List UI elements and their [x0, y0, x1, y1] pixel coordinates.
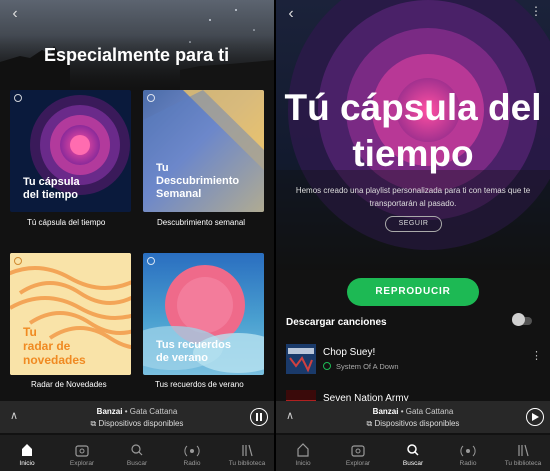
follow-button[interactable]: SEGUIR — [385, 216, 442, 232]
radio-browse-icon — [75, 445, 89, 457]
track-row[interactable]: Chop Suey! System Of A Down ⋮ — [286, 344, 544, 378]
download-toggle-knob[interactable] — [512, 313, 525, 326]
radio-icon — [460, 445, 476, 457]
back-button[interactable]: ‹ — [283, 6, 299, 22]
playlist-description: Hemos creado una playlist personalizada … — [295, 186, 531, 208]
home-icon — [22, 444, 32, 456]
track-title: Chop Suey! — [323, 347, 376, 358]
home-icon — [297, 443, 309, 457]
playlist-card-capsula[interactable]: Tu cápsula del tiempo — [10, 90, 131, 212]
library-icon — [242, 444, 253, 457]
now-playing-title: Banzai • Gata Cattana — [276, 407, 550, 416]
back-button[interactable]: ‹ — [7, 6, 23, 22]
nav-explorar[interactable]: Explorar — [331, 435, 385, 471]
radio-icon — [184, 445, 200, 457]
nav-radio[interactable]: Radio — [165, 435, 219, 471]
devices-label[interactable]: ⧉ Dispositivos disponibles — [276, 419, 550, 429]
song-title: Banzai — [96, 407, 123, 416]
track-artist: System Of A Down — [336, 362, 399, 371]
pause-button[interactable] — [250, 408, 268, 426]
card-title: Tu Descubrimiento Semanal — [156, 162, 240, 200]
nav-biblioteca[interactable]: Tu biblioteca — [496, 435, 550, 471]
nav-radio[interactable]: Radio — [441, 435, 495, 471]
title-separator: • — [398, 407, 406, 416]
mini-player[interactable]: ∧ Banzai • Gata Cattana ⧉ Dispositivos d… — [0, 401, 274, 433]
spotify-logo-icon — [147, 94, 155, 102]
spotify-logo-icon — [14, 257, 22, 265]
devices-icon: ⧉ — [90, 419, 97, 428]
section-title: Especialmente para ti — [44, 45, 230, 65]
spotify-logo-icon — [147, 257, 155, 265]
bottom-nav: Inicio Explorar Buscar Radio Tu bibliote… — [276, 435, 550, 471]
track-more-icon[interactable]: ⋮ — [531, 349, 542, 362]
artist-name: Gata Cattana — [405, 407, 454, 416]
play-button[interactable]: REPRODUCIR — [347, 278, 479, 306]
devices-label[interactable]: ⧉ Dispositivos disponibles — [0, 419, 274, 429]
play-toggle-button[interactable] — [526, 408, 544, 426]
bottom-nav: Inicio Explorar Buscar Radio Tu bibliote… — [0, 435, 274, 471]
pause-icon — [256, 413, 262, 421]
card-title: Tus recuerdos de verano — [156, 339, 231, 364]
playlist-card-recuerdos[interactable]: Tus recuerdos de verano — [143, 253, 264, 375]
downloaded-icon — [323, 362, 331, 370]
card-caption: Descubrimiento semanal — [157, 218, 246, 227]
spotify-logo-icon — [14, 94, 22, 102]
card-title: Tu radar de novedades — [23, 325, 86, 367]
song-title: Banzai — [372, 407, 399, 416]
nav-buscar[interactable]: Buscar — [386, 435, 440, 471]
artist-name: Gata Cattana — [129, 407, 178, 416]
radio-browse-icon — [351, 445, 365, 457]
nav-explorar[interactable]: Explorar — [55, 435, 109, 471]
home-screen: ‹ Especialmente para ti Tu cápsula del t… — [0, 0, 274, 471]
nav-biblioteca[interactable]: Tu biblioteca — [220, 435, 274, 471]
card-caption: Tus recuerdos de verano — [155, 380, 244, 389]
card-caption: Tú cápsula del tiempo — [27, 218, 106, 227]
card-caption: Radar de Novedades — [31, 380, 107, 389]
play-icon — [532, 413, 539, 421]
now-playing-title: Banzai • Gata Cattana — [0, 407, 274, 416]
playlist-card-descubrimiento[interactable]: Tu Descubrimiento Semanal — [143, 90, 264, 212]
download-label: Descargar canciones — [286, 317, 387, 328]
devices-icon: ⧉ — [366, 419, 373, 428]
library-icon — [518, 444, 529, 457]
more-options-icon[interactable]: ⋮ — [530, 4, 542, 18]
playlist-screen: ‹ ⋮ Tú cápsula del tiempo Hemos creado u… — [276, 0, 550, 471]
devices-text: Dispositivos disponibles — [374, 419, 460, 428]
album-art — [286, 344, 316, 374]
title-separator: • — [122, 407, 130, 416]
playlist-title: Tú cápsula del tiempo — [284, 87, 542, 174]
playlist-card-radar[interactable]: Tu radar de novedades — [10, 253, 131, 375]
mini-player[interactable]: ∧ Banzai • Gata Cattana ⧉ Dispositivos d… — [276, 401, 550, 433]
nav-inicio[interactable]: Inicio — [0, 435, 54, 471]
nav-inicio[interactable]: Inicio — [276, 435, 330, 471]
search-icon — [407, 444, 419, 456]
search-icon — [131, 444, 143, 456]
card-title: Tu cápsula del tiempo — [23, 176, 80, 201]
devices-text: Dispositivos disponibles — [98, 419, 184, 428]
nav-buscar[interactable]: Buscar — [110, 435, 164, 471]
